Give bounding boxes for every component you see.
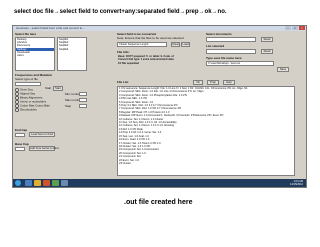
folder-tree[interactable]: Desktop Libraries Documents Settings Dow… — [15, 37, 55, 71]
maximize-button[interactable]: □ — [292, 26, 298, 30]
read-selected-button[interactable]: Read — [261, 49, 273, 54]
window-titlebar: GeneGen - select Fields from a file and … — [13, 26, 306, 31]
close-button[interactable]: × — [299, 26, 305, 30]
window-controls: – □ × — [285, 26, 305, 31]
start-button[interactable]: Start — [53, 86, 63, 91]
save-file-label: Type save file name here: — [206, 56, 243, 60]
start-orb-icon[interactable] — [15, 180, 21, 186]
app-icon[interactable] — [52, 180, 59, 186]
file-item[interactable]: Seqfile4 — [58, 48, 86, 51]
minimize-button[interactable]: – — [285, 26, 291, 30]
browser-icon[interactable] — [25, 180, 32, 186]
select-file-label: Select file here — [15, 32, 37, 36]
caption-bottom: .out file created here — [124, 199, 193, 206]
base-cap-button[interactable]: Add here below to bind — [29, 146, 59, 151]
folder-item[interactable]: Users — [16, 54, 54, 57]
prep-button[interactable]: Prep — [207, 80, 219, 85]
output-line: 23 Cluster — [119, 161, 131, 165]
end-cap-label: End Cap — [15, 128, 28, 132]
caption-top: select doc file→select field to convert+… — [14, 9, 227, 15]
options-sublabel: Select type of file — [15, 77, 38, 81]
file-info-label: File Info: — [117, 50, 130, 54]
save-file-input[interactable]: C:\users\Desktop\...\test.out — [206, 61, 274, 66]
select-documents-label: Select documents — [206, 32, 232, 36]
file-list[interactable]: Seqfile1 Seqfile2 Seqfile3 Seqfile4 — [57, 37, 87, 71]
output-list[interactable]: 1 Chr:sequence: Sequence Length: File: 1… — [117, 86, 295, 176]
list-selected-label: List selected — [206, 44, 225, 48]
field-select[interactable]: Cluster Sequence Length — [117, 42, 167, 47]
documents-input[interactable] — [206, 37, 256, 42]
step-input[interactable] — [79, 104, 87, 108]
clock-date: 12/15/2012 — [290, 183, 303, 186]
radio-dinucleotides[interactable]: Dinucleotides — [15, 108, 37, 112]
load-button[interactable]: Load — [181, 42, 190, 47]
end-cap-button[interactable]: Load here to bind — [29, 132, 55, 137]
window-title: GeneGen - select Fields from a file and … — [16, 26, 85, 30]
max-number-input[interactable] — [79, 98, 87, 102]
start-label: Start — [45, 86, 52, 90]
app-screenshot: GeneGen - select Fields from a file and … — [12, 25, 307, 188]
select-field-note: Note: Ensure that the files to be used a… — [117, 36, 184, 40]
list-selected-input[interactable] — [206, 49, 256, 54]
min-number-input[interactable] — [79, 92, 87, 96]
file-info-text: Base: 11577 prepared: 5. st. table: 9. C… — [118, 55, 174, 65]
file-type-dropdown[interactable] — [15, 82, 41, 86]
read-documents-button[interactable]: Read — [261, 37, 273, 42]
step-label: Step — [65, 104, 72, 108]
clear-button[interactable]: Clear — [171, 42, 180, 47]
base-cap-input[interactable] — [15, 147, 25, 151]
taskbar: 1:04 AM 12/15/2012 — [13, 179, 306, 187]
media-player-icon[interactable] — [43, 180, 50, 186]
base-cap-label: Base Cap — [15, 142, 29, 146]
end-cap-input[interactable] — [15, 133, 25, 137]
taskbar-clock[interactable]: 1:04 AM 12/15/2012 — [290, 180, 303, 186]
ok-button[interactable]: Ok — [193, 80, 203, 85]
file-list-header: File List — [117, 80, 129, 84]
window-app-icon[interactable] — [61, 180, 68, 186]
folder-icon[interactable] — [34, 180, 41, 186]
save-button[interactable]: Save — [277, 67, 289, 72]
help-button[interactable]: Help — [223, 80, 235, 85]
